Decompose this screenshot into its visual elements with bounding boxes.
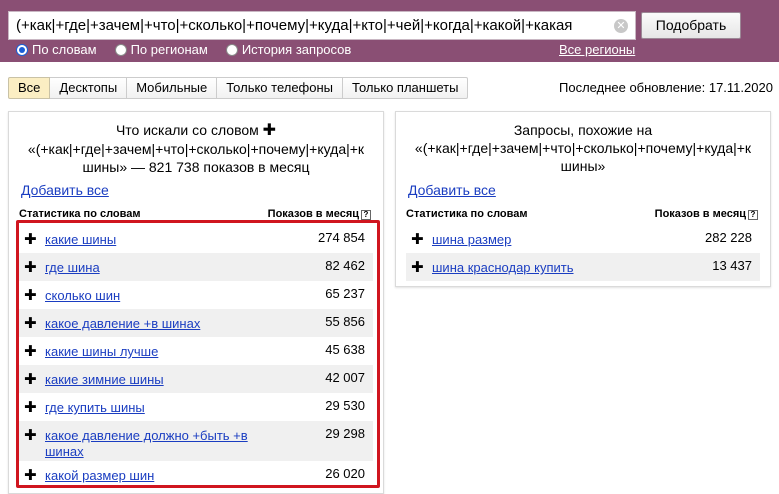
- panel-title: Запросы, похожие на «(+как|+где|+зачем|+…: [396, 121, 770, 175]
- impressions-count: 13 437: [712, 258, 752, 273]
- radio-dot[interactable]: [16, 43, 28, 56]
- clear-icon[interactable]: ✕: [614, 19, 628, 33]
- column-count-label: Показов в месяц: [267, 208, 359, 220]
- tab-phones-only[interactable]: Только телефоны: [217, 77, 344, 99]
- similar-queries-panel: Запросы, похожие на «(+как|+где|+зачем|+…: [395, 111, 771, 287]
- last-updated: Последнее обновление: 17.11.2020: [559, 80, 773, 95]
- help-icon[interactable]: ?: [361, 210, 371, 220]
- all-regions-link[interactable]: Все регионы: [559, 42, 635, 57]
- search-mode-radios: По словам По регионам История запросов: [16, 42, 369, 57]
- panel-title-line1: Что искали со словом: [115, 122, 259, 138]
- radio-by-regions[interactable]: По регионам: [114, 42, 208, 57]
- device-tabs: Все Десктопы Мобильные Только телефоны Т…: [8, 77, 469, 99]
- add-all-link[interactable]: Добавить все: [21, 182, 109, 198]
- column-count-label: Показов в месяц: [654, 208, 746, 220]
- search-input[interactable]: (+как|+где|+зачем|+что|+сколько|+почему|…: [8, 11, 636, 40]
- panel-title-line3: шины»: [560, 158, 606, 174]
- search-query-text[interactable]: (+как|+где|+зачем|+что|+сколько|+почему|…: [16, 17, 611, 34]
- radio-by-words[interactable]: По словам: [16, 42, 97, 57]
- column-header: Статистика по словам Показов в месяц?: [19, 208, 371, 220]
- table-row: ✚ шина краснодар купить 13 437: [406, 253, 760, 281]
- column-header: Статистика по словам Показов в месяц?: [406, 208, 758, 220]
- add-phrase-icon[interactable]: ✚: [411, 258, 424, 276]
- column-phrase-label: Статистика по словам: [19, 208, 141, 220]
- plus-icon[interactable]: ✚: [263, 122, 276, 139]
- tab-all[interactable]: Все: [8, 77, 51, 99]
- tab-tablets-only[interactable]: Только планшеты: [343, 77, 469, 99]
- submit-button[interactable]: Подобрать: [641, 12, 741, 39]
- panel-title-line1: Запросы, похожие на: [513, 122, 653, 138]
- radio-history[interactable]: История запросов: [225, 42, 352, 57]
- tab-mobile[interactable]: Мобильные: [127, 77, 218, 99]
- help-icon[interactable]: ?: [748, 210, 758, 220]
- tab-desktops[interactable]: Десктопы: [50, 77, 128, 99]
- add-all-link[interactable]: Добавить все: [408, 182, 496, 198]
- highlight-frame: [16, 220, 380, 488]
- radio-dot[interactable]: [114, 43, 127, 56]
- top-search-bar: (+как|+где|+зачем|+что|+сколько|+почему|…: [0, 0, 779, 62]
- radio-label: История запросов: [241, 42, 352, 57]
- phrase-link[interactable]: шина краснодар купить: [432, 260, 652, 276]
- panel-title: Что искали со словом ✚ «(+как|+где|+заче…: [9, 121, 383, 176]
- panel-title-line2: «(+как|+где|+зачем|+что|+сколько|+почему…: [27, 141, 365, 157]
- add-phrase-icon[interactable]: ✚: [411, 230, 424, 248]
- panel-title-line3: шины» — 821 738 показов в месяц: [82, 159, 310, 175]
- radio-label: По регионам: [130, 42, 208, 57]
- radio-dot[interactable]: [225, 43, 238, 56]
- radio-label: По словам: [32, 42, 97, 57]
- right-results-list: ✚ шина размер 282 228 ✚ шина краснодар купит…: [406, 225, 760, 281]
- phrase-link[interactable]: шина размер: [432, 232, 652, 248]
- column-phrase-label: Статистика по словам: [406, 208, 528, 220]
- table-row: ✚ шина размер 282 228: [406, 225, 760, 253]
- panel-title-line2: «(+как|+где|+зачем|+что|+сколько|+почему…: [414, 140, 752, 156]
- impressions-count: 282 228: [705, 230, 752, 245]
